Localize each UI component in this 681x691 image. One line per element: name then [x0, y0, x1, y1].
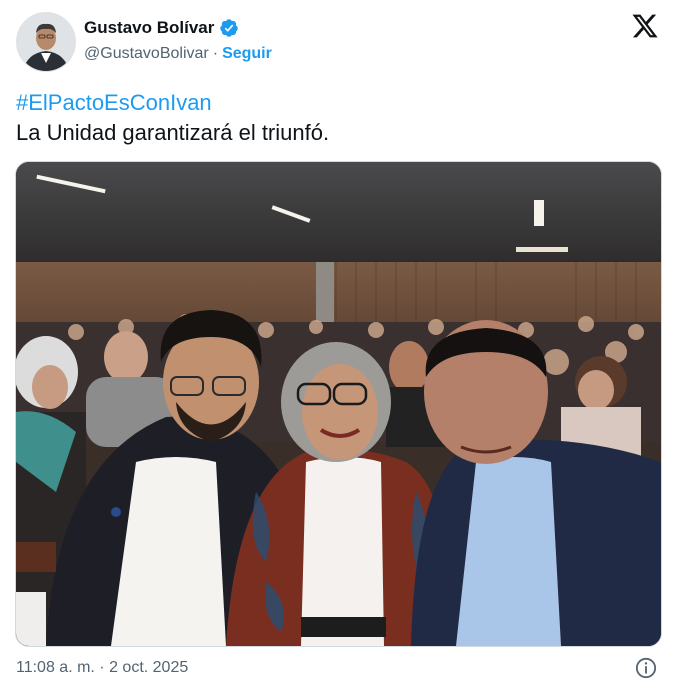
- avatar-photo: [17, 13, 75, 71]
- tweet-timestamp[interactable]: 11:08 a. m. · 2 oct. 2025: [16, 659, 188, 677]
- tweet-text: La Unidad garantizará el triunfó.: [16, 120, 330, 145]
- tweet-card: Gustavo Bolívar @GustavoBolivar · Seguir…: [0, 0, 681, 691]
- info-icon[interactable]: [635, 657, 657, 679]
- handle-separator: ·: [212, 45, 219, 62]
- avatar[interactable]: [16, 12, 76, 72]
- author-handle[interactable]: @GustavoBolivar: [84, 45, 209, 63]
- author-name-row: Gustavo Bolívar: [84, 18, 239, 38]
- verified-badge-icon: [220, 19, 239, 37]
- hashtag-link[interactable]: #ElPactoEsConIvan: [16, 90, 212, 116]
- x-logo-icon[interactable]: [631, 12, 659, 40]
- author-handle-row: @GustavoBolivar · Seguir: [84, 45, 272, 63]
- follow-button[interactable]: Seguir: [222, 45, 272, 63]
- selfie-photo: [16, 162, 661, 646]
- tweet-media[interactable]: [15, 161, 662, 647]
- author-display-name[interactable]: Gustavo Bolívar: [84, 18, 214, 38]
